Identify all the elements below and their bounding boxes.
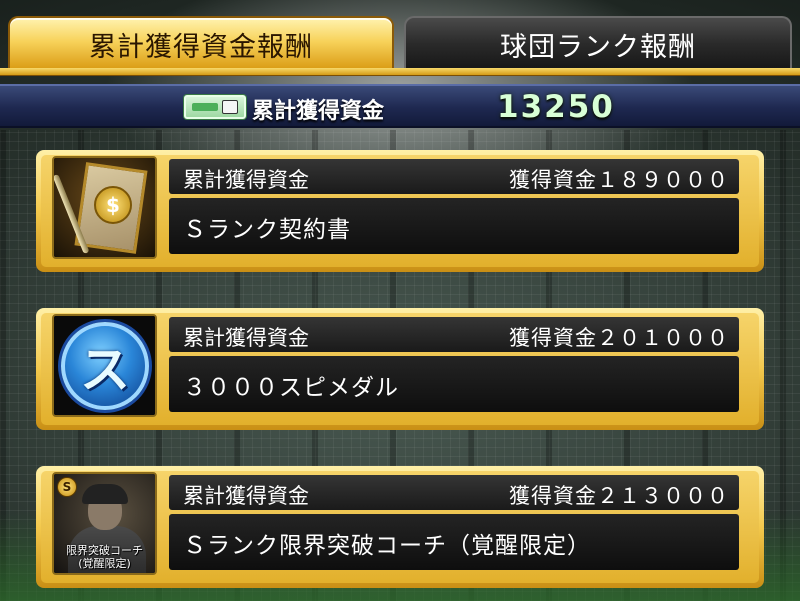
tab-cumulative-funds-reward[interactable]: 累計獲得資金報酬 xyxy=(8,16,394,70)
contract-icon: $ xyxy=(52,156,157,259)
coach-caption: 限界突破コーチ (覚醒限定) xyxy=(66,544,143,570)
cumulative-funds-value: 13250 xyxy=(497,89,615,125)
required-amount: 獲得資金２０１０００ xyxy=(509,326,729,350)
reward-name-row: Ｓランク限界突破コーチ（覚醒限定） xyxy=(169,514,739,570)
required-amount: 獲得資金２１３０００ xyxy=(509,484,729,508)
medal-letter: ス xyxy=(80,341,130,399)
tab-label: 累計獲得資金報酬 xyxy=(89,31,313,63)
reward-condition-row: 累計獲得資金 獲得資金２０１０００ xyxy=(169,317,739,352)
medal-icon: ス xyxy=(52,314,157,417)
reward-name-row: Ｓランク契約書 xyxy=(169,198,739,254)
reward-name: Ｓランク契約書 xyxy=(183,217,351,243)
tab-label: 球団ランク報酬 xyxy=(500,31,696,63)
reward-condition-row: 累計獲得資金 獲得資金１８９０００ xyxy=(169,159,739,194)
tab-team-rank-reward[interactable]: 球団ランク報酬 xyxy=(404,16,792,70)
condition-label: 累計獲得資金 xyxy=(183,484,309,508)
coach-icon: S 限界突破コーチ (覚醒限定) xyxy=(52,472,157,575)
reward-name: ３０００スピメダル xyxy=(183,375,399,401)
reward-card[interactable]: ス 累計獲得資金 獲得資金２０１０００ ３０００スピメダル xyxy=(36,308,764,430)
required-amount: 獲得資金１８９０００ xyxy=(509,168,729,192)
tab-underline xyxy=(0,68,800,76)
reward-card[interactable]: $ 累計獲得資金 獲得資金１８９０００ Ｓランク契約書 xyxy=(36,150,764,272)
reward-card[interactable]: S 限界突破コーチ (覚醒限定) 累計獲得資金 獲得資金２１３０００ Ｓランク限… xyxy=(36,466,764,588)
reward-name: Ｓランク限界突破コーチ（覚醒限定） xyxy=(183,533,591,559)
money-icon xyxy=(184,95,246,119)
reward-name-row: ３０００スピメダル xyxy=(169,356,739,412)
condition-label: 累計獲得資金 xyxy=(183,168,309,192)
cumulative-funds-bar: 累計獲得資金 13250 xyxy=(0,84,800,128)
cumulative-funds-label: 累計獲得資金 xyxy=(252,99,385,124)
condition-label: 累計獲得資金 xyxy=(183,326,309,350)
reward-condition-row: 累計獲得資金 獲得資金２１３０００ xyxy=(169,475,739,510)
s-rank-badge: S xyxy=(57,477,77,497)
